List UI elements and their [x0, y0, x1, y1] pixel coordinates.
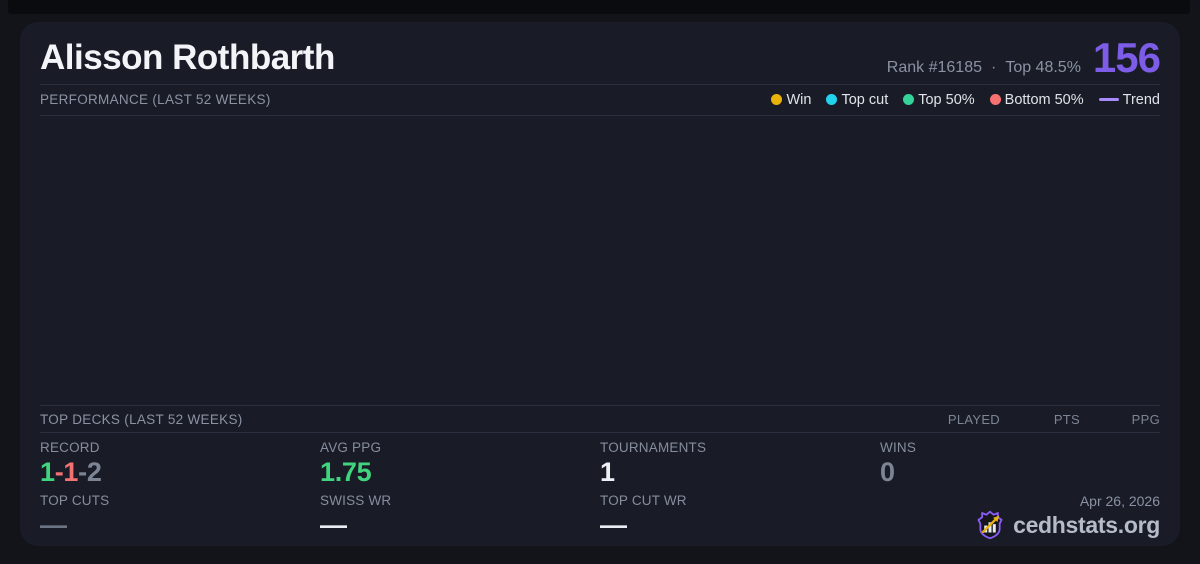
legend-item-top-50[interactable]: Top 50%	[903, 91, 975, 108]
stat-label-record: RECORD	[40, 440, 100, 455]
rank-text: Rank #16185	[886, 59, 982, 76]
stat-label-wins: WINS	[880, 440, 917, 455]
footer-branding: Apr 26, 2026 cedhstats.org	[880, 493, 1160, 546]
win-dot-icon	[771, 94, 783, 106]
top-50-dot-icon	[903, 94, 915, 106]
stat-swiss-wr: SWISS WR —	[320, 493, 600, 546]
performance-chart-area	[40, 116, 1160, 405]
page-title: Alisson Rothbarth	[40, 38, 335, 78]
rank-summary: Rank #16185 · Top 48.5% 156	[887, 34, 1161, 81]
stat-label-avg-ppg: AVG PPG	[320, 440, 382, 455]
rank-separator: ·	[990, 59, 997, 76]
bottom-50-dot-icon	[989, 94, 1001, 106]
brand-row[interactable]: cedhstats.org	[975, 510, 1160, 540]
top-percent-text: Top 48.5%	[1005, 59, 1081, 76]
player-score: 156	[1092, 34, 1161, 81]
record-losses: -1	[54, 457, 79, 487]
column-header-played: PLAYED	[947, 411, 1000, 427]
column-header-ppg: PPG	[1131, 411, 1160, 427]
top-decks-header-row: TOP DECKS (LAST 52 WEEKS) PLAYED PTS PPG	[40, 406, 1160, 432]
legend-item-top-cut[interactable]: Top cut	[826, 92, 888, 108]
legend-item-win[interactable]: Win	[771, 92, 811, 108]
legend-label: Win	[786, 91, 812, 108]
legend-label: Top cut	[841, 91, 889, 108]
record-value: 1-1-2	[40, 457, 320, 488]
tournaments-value: 1	[600, 457, 615, 487]
top-decks-section-title: TOP DECKS (LAST 52 WEEKS)	[40, 411, 243, 427]
legend-item-bottom-50[interactable]: Bottom 50%	[989, 91, 1084, 108]
stat-label-top-cuts: TOP CUTS	[40, 493, 110, 508]
top-bar	[8, 0, 1190, 14]
stat-label-top-cut-wr: TOP CUT WR	[600, 493, 687, 508]
generated-date: Apr 26, 2026	[1079, 493, 1160, 509]
stat-label-tournaments: TOURNAMENTS	[600, 440, 707, 455]
top-decks-columns: PLAYED PTS PPG	[920, 412, 1160, 427]
stat-record: RECORD 1-1-2	[40, 440, 320, 493]
performance-section-title: PERFORMANCE (LAST 52 WEEKS)	[40, 92, 271, 108]
record-draws: -2	[78, 457, 102, 487]
rank-line: Rank #16185 · Top 48.5%	[887, 59, 1081, 77]
trend-line-icon	[1098, 98, 1119, 102]
top-cut-dot-icon	[826, 94, 838, 106]
stats-grid: RECORD 1-1-2 AVG PPG 1.75 TOURNAMENTS 1 …	[40, 433, 1160, 546]
stat-top-cuts: TOP CUTS —	[40, 493, 320, 546]
top-cut-wr-value: —	[600, 510, 627, 540]
legend-item-trend[interactable]: Trend	[1098, 91, 1160, 108]
player-stats-card: Alisson Rothbarth Rank #16185 · Top 48.5…	[20, 22, 1180, 546]
column-header-pts: PTS	[1053, 411, 1080, 427]
chart-legend: Win Top cut Top 50% Bottom 50% Trend	[771, 92, 1160, 108]
stat-wins: WINS 0	[880, 440, 1160, 493]
card-header: Alisson Rothbarth Rank #16185 · Top 48.5…	[40, 22, 1161, 84]
wins-value: 0	[880, 457, 895, 487]
performance-header-row: PERFORMANCE (LAST 52 WEEKS) Win Top cut …	[40, 85, 1160, 115]
swiss-wr-value: —	[320, 510, 347, 540]
legend-label: Top 50%	[918, 91, 975, 108]
cedhstats-shield-logo-icon	[977, 510, 1003, 540]
stat-avg-ppg: AVG PPG 1.75	[320, 440, 600, 493]
legend-label: Bottom 50%	[1004, 91, 1084, 108]
stat-label-swiss-wr: SWISS WR	[320, 493, 392, 508]
top-cuts-value: —	[40, 510, 67, 540]
stat-tournaments: TOURNAMENTS 1	[600, 440, 880, 493]
avg-ppg-value: 1.75	[320, 457, 372, 487]
stat-top-cut-wr: TOP CUT WR —	[600, 493, 880, 546]
record-wins: 1	[40, 457, 55, 487]
legend-label: Trend	[1122, 91, 1160, 108]
site-name: cedhstats.org	[1013, 511, 1160, 538]
